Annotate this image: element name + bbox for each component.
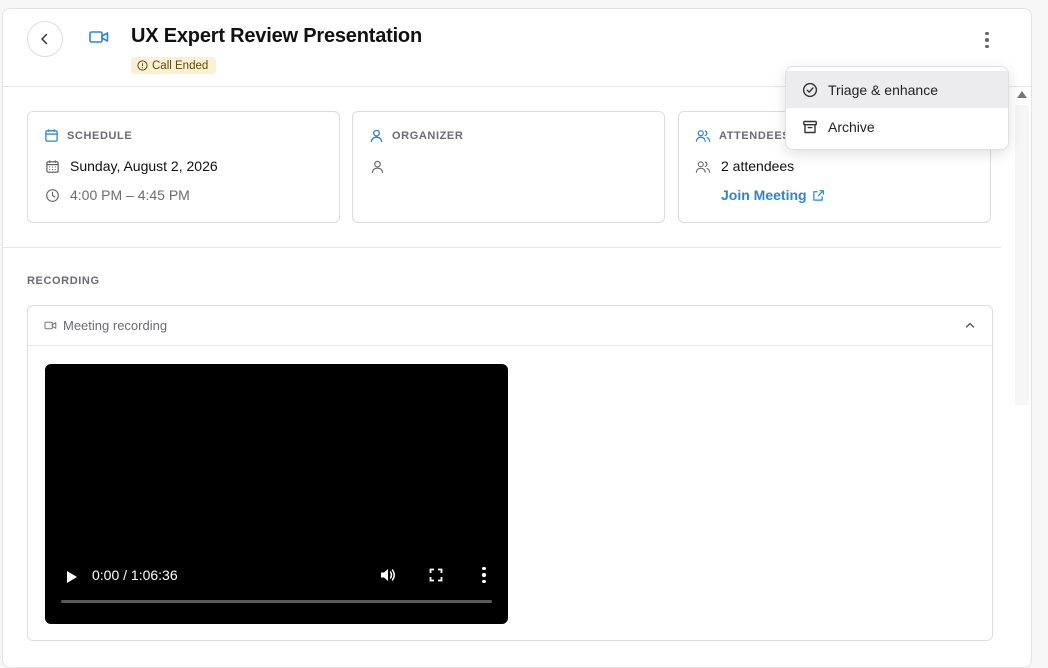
meeting-detail-panel: UX Expert Review Presentation Call Ended… <box>2 8 1032 668</box>
section-divider <box>3 247 1001 248</box>
status-badge: Call Ended <box>131 57 217 74</box>
scroll-up-arrow-icon[interactable] <box>1017 91 1027 98</box>
chevron-left-icon <box>41 33 48 45</box>
back-button[interactable] <box>27 21 63 57</box>
scrollbar-track[interactable] <box>1015 105 1029 405</box>
menu-item-archive[interactable]: Archive <box>786 108 1008 145</box>
video-more-options-icon[interactable] <box>479 567 489 583</box>
video-camera-small-icon <box>44 321 57 330</box>
clock-icon <box>45 188 59 202</box>
schedule-card-heading: SCHEDULE <box>44 128 132 143</box>
recording-panel: Meeting recording 0:00 / 1:06:36 <box>27 305 993 641</box>
status-badge-label: Call Ended <box>152 59 209 72</box>
external-link-icon <box>812 189 824 201</box>
calendar-grid-icon <box>45 159 59 173</box>
volume-icon[interactable] <box>379 567 397 583</box>
more-options-menu: Triage & enhance Archive <box>785 66 1009 150</box>
users-icon <box>695 130 711 142</box>
join-meeting-link[interactable]: Join Meeting <box>721 187 825 203</box>
users-outline-icon <box>695 160 711 173</box>
archive-icon <box>803 120 817 133</box>
schedule-card: SCHEDULE Sunday, August 2, 2026 4:00 PM … <box>27 111 340 223</box>
video-camera-icon <box>89 31 109 43</box>
attendees-count-row: 2 attendees <box>695 158 794 174</box>
recording-panel-header[interactable]: Meeting recording <box>28 306 992 346</box>
schedule-time-row: 4:00 PM – 4:45 PM <box>44 187 190 203</box>
video-player[interactable]: 0:00 / 1:06:36 <box>45 364 508 624</box>
recording-section-label: RECORDING <box>27 275 100 287</box>
page-title: UX Expert Review Presentation <box>131 25 422 47</box>
organizer-row <box>369 158 395 174</box>
fullscreen-icon[interactable] <box>429 568 443 582</box>
calendar-icon <box>45 129 58 142</box>
attendees-card-heading: ATTENDEES <box>695 128 790 143</box>
schedule-date: Sunday, August 2, 2026 <box>70 158 218 174</box>
organizer-card: ORGANIZER <box>352 111 665 223</box>
video-time-display: 0:00 / 1:06:36 <box>92 567 178 583</box>
user-outline-icon <box>371 160 383 173</box>
play-icon[interactable] <box>65 569 79 585</box>
attendees-count: 2 attendees <box>721 158 795 174</box>
video-progress-bar[interactable] <box>61 600 492 603</box>
info-circle-icon <box>137 60 148 71</box>
recording-panel-title: Meeting recording <box>63 318 168 333</box>
more-options-button[interactable] <box>977 29 997 51</box>
check-circle-icon <box>802 82 818 97</box>
schedule-time: 4:00 PM – 4:45 PM <box>70 187 190 203</box>
menu-item-triage-enhance[interactable]: Triage & enhance <box>786 71 1008 108</box>
user-icon <box>370 129 383 143</box>
organizer-card-heading: ORGANIZER <box>369 128 463 143</box>
chevron-up-icon[interactable] <box>964 319 976 331</box>
schedule-date-row: Sunday, August 2, 2026 <box>44 158 218 174</box>
